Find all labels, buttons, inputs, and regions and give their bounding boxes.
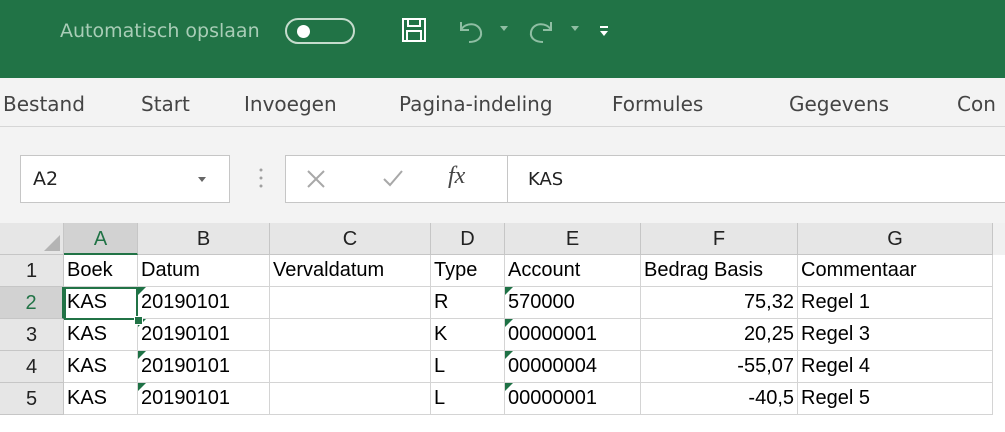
formula-bar-resize-icon[interactable]: [258, 166, 264, 190]
cell-d1[interactable]: Type: [431, 255, 505, 287]
cell-e1[interactable]: Account: [505, 255, 641, 287]
insert-function-icon[interactable]: fx: [448, 163, 465, 190]
undo-dropdown-icon[interactable]: [499, 25, 509, 33]
cell-d5[interactable]: L: [431, 383, 505, 415]
cell-g2[interactable]: Regel 1: [798, 287, 993, 319]
cell-d2[interactable]: R: [431, 287, 505, 319]
column-header-f[interactable]: F: [641, 223, 798, 255]
cell-g4[interactable]: Regel 4: [798, 351, 993, 383]
name-box[interactable]: A2: [20, 155, 230, 203]
cell-f4[interactable]: -55,07: [641, 351, 798, 383]
tab-invoegen[interactable]: Invoegen: [244, 92, 337, 116]
cell-d3[interactable]: K: [431, 319, 505, 351]
tab-start[interactable]: Start: [141, 92, 190, 116]
cell-f5[interactable]: -40,5: [641, 383, 798, 415]
enter-check-icon[interactable]: [381, 167, 405, 189]
name-box-value: A2: [33, 168, 59, 190]
cell-b1[interactable]: Datum: [138, 255, 270, 287]
row-header-4[interactable]: 4: [0, 351, 64, 383]
tab-gegevens[interactable]: Gegevens: [789, 92, 889, 116]
column-header-e[interactable]: E: [505, 223, 641, 255]
cell-d4[interactable]: L: [431, 351, 505, 383]
row-header-2[interactable]: 2: [0, 287, 64, 319]
column-header-a[interactable]: A: [64, 223, 138, 255]
cell-c3[interactable]: [270, 319, 431, 351]
toggle-knob: [297, 25, 310, 38]
select-all-button[interactable]: [0, 223, 64, 255]
name-box-dropdown-icon[interactable]: [197, 176, 207, 183]
cell-a1[interactable]: Boek: [64, 255, 138, 287]
cell-e5[interactable]: 00000001: [505, 383, 641, 415]
cell-c1[interactable]: Vervaldatum: [270, 255, 431, 287]
cell-b4[interactable]: 20190101: [138, 351, 270, 383]
cell-b3[interactable]: 20190101: [138, 319, 270, 351]
tab-formules[interactable]: Formules: [612, 92, 703, 116]
formula-value: KAS: [528, 169, 564, 190]
tab-controleren[interactable]: Con: [957, 92, 996, 116]
cell-g5[interactable]: Regel 5: [798, 383, 993, 415]
tab-pagina-indeling[interactable]: Pagina-indeling: [399, 92, 553, 116]
cell-e3[interactable]: 00000001: [505, 319, 641, 351]
tab-bestand[interactable]: Bestand: [3, 92, 85, 116]
formula-input[interactable]: KAS: [507, 155, 1005, 203]
vertical-scrollbar[interactable]: [993, 223, 1005, 255]
ribbon-tabs: Bestand Start Invoegen Pagina-indeling F…: [0, 78, 1005, 127]
row-header-5[interactable]: 5: [0, 383, 64, 415]
row-header-3[interactable]: 3: [0, 319, 64, 351]
undo-icon[interactable]: [455, 18, 485, 44]
row-header-1[interactable]: 1: [0, 255, 64, 287]
cell-e4[interactable]: 00000004: [505, 351, 641, 383]
cell-a3[interactable]: KAS: [64, 319, 138, 351]
customize-quick-access-icon[interactable]: [598, 24, 610, 38]
fill-handle[interactable]: [134, 316, 143, 325]
cell-f3[interactable]: 20,25: [641, 319, 798, 351]
cell-e2[interactable]: 570000: [505, 287, 641, 319]
cell-c5[interactable]: [270, 383, 431, 415]
column-header-g[interactable]: G: [798, 223, 993, 255]
cell-a2[interactable]: KAS: [64, 287, 138, 319]
autosave-label: Automatisch opslaan: [60, 20, 260, 42]
cell-f1[interactable]: Bedrag Basis: [641, 255, 798, 287]
cell-a4[interactable]: KAS: [64, 351, 138, 383]
cancel-icon[interactable]: [305, 168, 327, 190]
column-header-b[interactable]: B: [138, 223, 270, 255]
cell-g1[interactable]: Commentaar: [798, 255, 993, 287]
cell-b2[interactable]: 20190101: [138, 287, 270, 319]
cell-a5[interactable]: KAS: [64, 383, 138, 415]
redo-icon[interactable]: [527, 18, 557, 44]
cell-c4[interactable]: [270, 351, 431, 383]
save-icon[interactable]: [401, 17, 427, 43]
select-all-triangle-icon: [44, 235, 60, 251]
cell-g3[interactable]: Regel 3: [798, 319, 993, 351]
autosave-toggle[interactable]: [285, 18, 355, 44]
cell-f2[interactable]: 75,32: [641, 287, 798, 319]
cell-b5[interactable]: 20190101: [138, 383, 270, 415]
column-header-c[interactable]: C: [270, 223, 431, 255]
column-header-d[interactable]: D: [431, 223, 505, 255]
cell-c2[interactable]: [270, 287, 431, 319]
redo-dropdown-icon[interactable]: [570, 25, 580, 33]
